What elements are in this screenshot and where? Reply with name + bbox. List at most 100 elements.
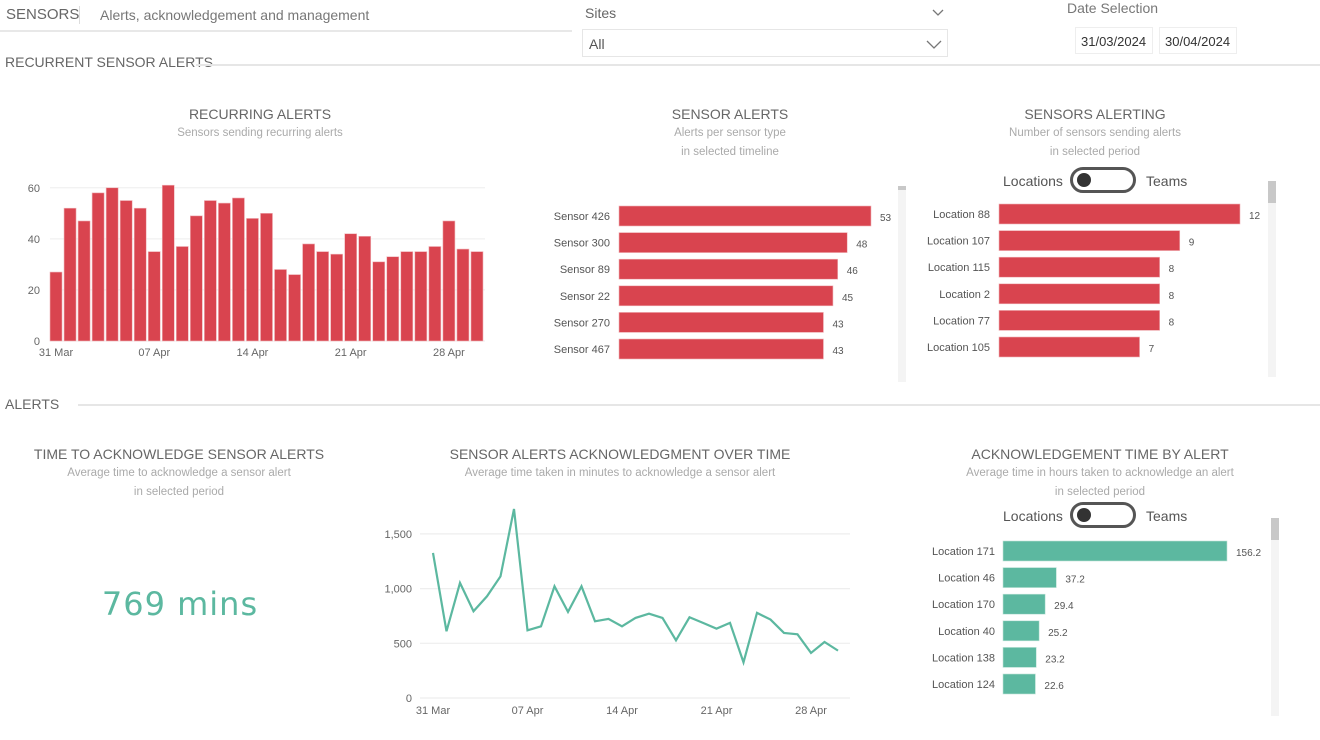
header-divider <box>79 6 80 24</box>
data-label: 43 <box>832 346 844 357</box>
y-tick-label: 20 <box>28 285 40 297</box>
bar <box>998 256 1160 278</box>
x-tick-label: 31 Mar <box>416 705 451 717</box>
category-label: Location 105 <box>927 342 990 354</box>
data-label: 25.2 <box>1048 628 1068 639</box>
ack-over-time-title: SENSOR ALERTS ACKNOWLEDGMENT OVER TIME <box>449 446 791 462</box>
recurring-alerts-title: RECURRING ALERTS <box>188 106 332 122</box>
x-tick-label: 14 Apr <box>606 705 638 717</box>
end-date-input[interactable]: 30/04/2024 <box>1159 27 1237 54</box>
y-tick-label: 0 <box>406 693 412 705</box>
category-label: Sensor 426 <box>554 211 610 223</box>
bar <box>442 220 456 342</box>
bar <box>618 338 824 360</box>
section-title-recurrent: RECURRENT SENSOR ALERTS <box>5 54 213 70</box>
sensors-alerting-subtitle-2: in selected period <box>1049 146 1141 158</box>
recurring-alerts-chart: 020406031 Mar 07 Apr 14 Apr 21 Apr 28 Apr <box>28 183 485 359</box>
y-tick-label: 40 <box>28 234 40 246</box>
sensors-alerting-chart: Location 88 12 Location 107 9 Location 115 8 L… <box>927 203 1261 358</box>
category-label: Location 138 <box>932 652 995 664</box>
bar <box>147 251 161 342</box>
x-tick-label: 28 Apr <box>433 347 465 359</box>
category-label: Location 40 <box>938 626 995 638</box>
bar <box>618 205 872 227</box>
bar <box>1002 647 1037 668</box>
toggle-label-teams: Teams <box>1146 173 1188 189</box>
bar <box>456 248 470 342</box>
data-label: 7 <box>1149 344 1155 355</box>
bar <box>428 246 442 342</box>
bar <box>204 200 217 342</box>
locations-teams-toggle[interactable] <box>1070 502 1136 528</box>
ack-by-alert-title: ACKNOWLEDGEMENT TIME BY ALERT <box>971 446 1229 462</box>
category-label: Location 115 <box>928 262 990 274</box>
bar <box>998 310 1160 331</box>
bar <box>998 336 1140 358</box>
toggle-label-locations: Locations <box>1003 173 1063 189</box>
bar <box>618 232 848 253</box>
scrollbar-thumb[interactable] <box>1271 518 1279 540</box>
bar <box>302 243 315 342</box>
locations-teams-toggle[interactable] <box>1070 167 1136 193</box>
scrollbar[interactable] <box>1271 518 1279 716</box>
toggle-label-teams: Teams <box>1146 508 1188 524</box>
x-tick-label: 21 Apr <box>335 347 367 359</box>
data-label: 53 <box>880 213 892 224</box>
bar <box>998 203 1241 225</box>
bar <box>358 235 372 342</box>
section-divider <box>196 64 1320 66</box>
toggle-knob <box>1077 508 1091 522</box>
bar <box>386 256 400 342</box>
data-label: 29.4 <box>1054 601 1074 612</box>
section-divider <box>78 404 1320 406</box>
sensors-alerting-subtitle: Number of sensors sending alerts <box>1009 127 1181 139</box>
category-label: Location 124 <box>932 679 995 691</box>
chevron-down-icon[interactable] <box>930 4 946 20</box>
category-label: Sensor 270 <box>554 317 610 329</box>
sensor-alerts-title: SENSOR ALERTS <box>671 106 789 122</box>
data-label: 37.2 <box>1065 575 1085 586</box>
data-label: 43 <box>832 319 844 330</box>
data-label: 46 <box>847 266 859 277</box>
bar <box>63 207 77 342</box>
data-label: 23.2 <box>1045 654 1065 665</box>
bar <box>1002 593 1046 615</box>
data-label: 48 <box>856 240 868 251</box>
category-label: Location 171 <box>932 546 995 558</box>
ack-over-time-subtitle: Average time taken in minutes to acknowl… <box>464 467 776 479</box>
bar <box>232 197 245 342</box>
bar <box>218 202 231 342</box>
category-label: Location 2 <box>939 289 990 301</box>
x-tick-label: 07 Apr <box>138 347 170 359</box>
scrollbar-thumb[interactable] <box>1268 181 1276 203</box>
start-date-input[interactable]: 31/03/2024 <box>1075 27 1153 54</box>
bar <box>470 251 484 342</box>
bar <box>998 230 1181 251</box>
bar <box>77 220 91 342</box>
page-subtitle: Alerts, acknowledgement and management <box>100 7 370 23</box>
sites-dropdown[interactable]: All <box>582 29 948 57</box>
bar <box>1002 540 1228 562</box>
bar <box>316 251 329 342</box>
bar <box>133 207 147 342</box>
bar <box>260 213 273 342</box>
data-label: 8 <box>1169 291 1175 302</box>
category-label: Location 170 <box>932 599 995 611</box>
toggle-knob <box>1077 173 1091 187</box>
y-tick-label: 1,500 <box>384 529 412 541</box>
y-tick-label: 60 <box>28 183 40 195</box>
data-label: 12 <box>1249 211 1261 222</box>
data-label: 9 <box>1189 238 1195 249</box>
bar <box>372 261 386 342</box>
scrollbar[interactable] <box>898 186 906 382</box>
scrollbar-thumb[interactable] <box>898 186 906 190</box>
x-tick-label: 07 Apr <box>512 705 544 717</box>
recurring-alerts-subtitle: Sensors sending recurring alerts <box>177 127 343 139</box>
bar <box>288 274 301 342</box>
data-label: 45 <box>842 293 854 304</box>
category-label: Sensor 467 <box>554 344 610 356</box>
scrollbar[interactable] <box>1268 181 1276 377</box>
bar <box>175 246 189 342</box>
bar <box>161 184 175 342</box>
bar <box>618 285 834 307</box>
